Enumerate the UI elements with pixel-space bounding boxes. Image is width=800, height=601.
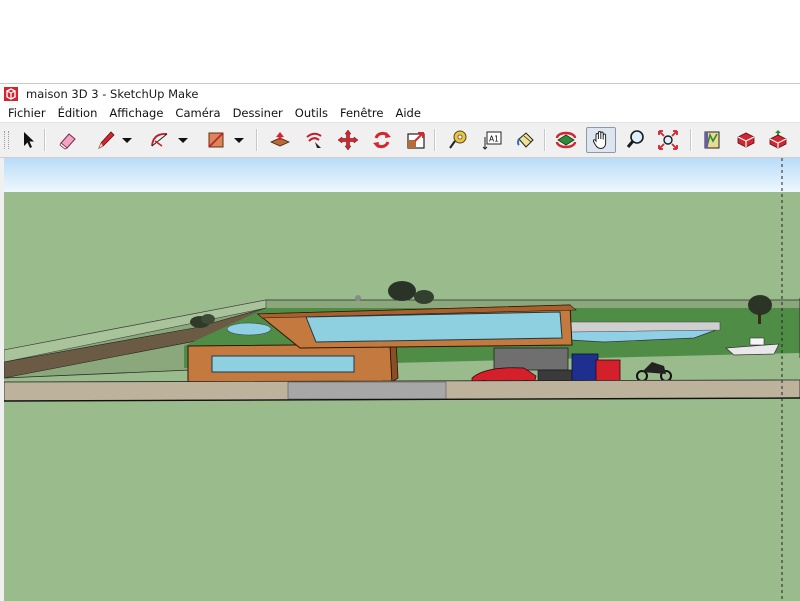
garage bbox=[493, 347, 569, 371]
paint-bucket-icon bbox=[517, 132, 534, 148]
svg-text:A1: A1 bbox=[489, 135, 499, 144]
move-arrows-icon bbox=[337, 129, 359, 151]
push-pull-tool[interactable] bbox=[268, 128, 292, 152]
scale-icon bbox=[407, 132, 425, 149]
window-title: maison 3D 3 - SketchUp Make bbox=[26, 87, 199, 101]
menu-bar: Fichier Édition Affichage Caméra Dessine… bbox=[0, 104, 800, 122]
pencil-icon bbox=[98, 131, 115, 149]
house-upper-window bbox=[305, 311, 563, 343]
pool-deck bbox=[569, 321, 721, 333]
text-label-icon: A1 bbox=[482, 131, 502, 150]
menu-dessiner[interactable]: Dessiner bbox=[227, 106, 289, 120]
arrow-cursor-icon bbox=[24, 132, 34, 148]
pencil-line-tool[interactable] bbox=[94, 128, 118, 152]
rectangle-tool[interactable] bbox=[204, 128, 228, 152]
orbit-icon bbox=[555, 131, 577, 149]
push-pull-icon bbox=[270, 132, 290, 147]
magnifier-icon bbox=[626, 130, 644, 148]
house-lower-window bbox=[211, 355, 355, 373]
rotate-tool[interactable] bbox=[370, 128, 394, 152]
arc-icon bbox=[151, 133, 168, 147]
extension-warehouse-tool[interactable] bbox=[734, 128, 758, 152]
large-tool-set-toolbar: A1 bbox=[0, 122, 800, 158]
pencil-dropdown-button[interactable] bbox=[120, 128, 134, 152]
text-tool[interactable]: A1 bbox=[480, 128, 504, 152]
menu-camera[interactable]: Caméra bbox=[169, 106, 226, 120]
share-model-icon bbox=[769, 130, 787, 149]
eraser-icon bbox=[59, 133, 76, 150]
toolbar-separator bbox=[256, 129, 258, 151]
rectangle-dropdown-button[interactable] bbox=[232, 128, 246, 152]
sketchup-logo-icon bbox=[4, 87, 18, 101]
triangle-down-icon bbox=[178, 138, 188, 143]
triangle-down-icon bbox=[234, 138, 244, 143]
menu-affichage[interactable]: Affichage bbox=[103, 106, 169, 120]
eraser-tool[interactable] bbox=[56, 128, 80, 152]
driveway-paving bbox=[287, 381, 447, 400]
menu-fichier[interactable]: Fichier bbox=[0, 106, 52, 120]
rotate-icon bbox=[373, 131, 391, 149]
pan-tool[interactable] bbox=[586, 127, 616, 153]
toolbar-separator bbox=[434, 129, 436, 151]
toolbar-separator bbox=[690, 129, 692, 151]
pool-left bbox=[226, 322, 272, 336]
offset-tool[interactable] bbox=[302, 128, 326, 152]
toolbar-separator bbox=[44, 129, 46, 151]
share-model-tool[interactable] bbox=[766, 128, 790, 152]
orbit-tool[interactable] bbox=[554, 128, 578, 152]
toolbar-separator bbox=[544, 129, 546, 151]
warehouse-icon bbox=[704, 131, 720, 149]
zoom-tool[interactable] bbox=[624, 128, 648, 152]
rectangle-icon bbox=[208, 132, 224, 148]
triangle-down-icon bbox=[122, 138, 132, 143]
title-bar: maison 3D 3 - SketchUp Make bbox=[0, 84, 800, 104]
arc-dropdown-button[interactable] bbox=[176, 128, 190, 152]
select-tool[interactable] bbox=[16, 128, 40, 152]
menu-aide[interactable]: Aide bbox=[389, 106, 426, 120]
extension-warehouse-icon bbox=[737, 132, 755, 148]
menu-fenetre[interactable]: Fenêtre bbox=[334, 106, 389, 120]
move-tool[interactable] bbox=[336, 128, 360, 152]
tape-measure-tool[interactable] bbox=[446, 128, 470, 152]
menu-outils[interactable]: Outils bbox=[289, 106, 334, 120]
menu-edition[interactable]: Édition bbox=[52, 106, 104, 120]
arc-tool[interactable] bbox=[148, 128, 172, 152]
drawing-viewport[interactable] bbox=[4, 158, 800, 601]
sky bbox=[4, 158, 800, 192]
scale-tool[interactable] bbox=[404, 128, 428, 152]
zoom-extents-icon bbox=[658, 130, 678, 150]
zoom-extents-tool[interactable] bbox=[656, 128, 680, 152]
boat-cabin bbox=[749, 337, 765, 346]
warehouse-tool[interactable] bbox=[700, 128, 724, 152]
offset-icon bbox=[306, 132, 322, 148]
paint-bucket-tool[interactable] bbox=[514, 128, 538, 152]
tape-measure-icon bbox=[449, 130, 467, 149]
hand-icon bbox=[592, 130, 607, 150]
sketchup-window: maison 3D 3 - SketchUp Make Fichier Édit… bbox=[0, 83, 800, 601]
toolbar-grip[interactable] bbox=[4, 131, 9, 149]
model-scene bbox=[4, 158, 800, 601]
